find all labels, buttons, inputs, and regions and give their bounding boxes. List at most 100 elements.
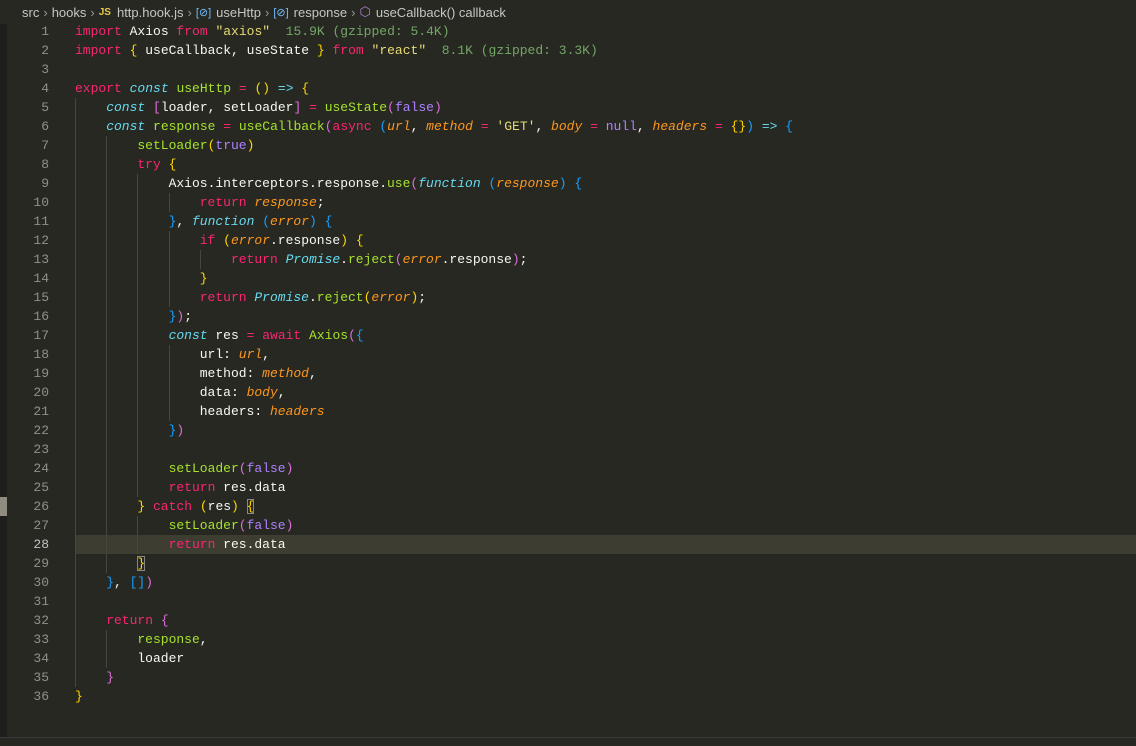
code-line[interactable]: 16}); [0,307,1136,326]
breadcrumb-file[interactable]: http.hook.js [117,5,184,20]
code-token: useCallback, useState [137,43,317,58]
code-line[interactable]: 36} [0,687,1136,706]
breadcrumb-response[interactable]: response [294,5,347,20]
indent-guide [106,326,137,345]
code-line[interactable]: 33 response, [0,630,1136,649]
breadcrumb-hooks[interactable]: hooks [52,5,87,20]
breadcrumb-src[interactable]: src [22,5,39,20]
code-line[interactable]: 11}, function (error) { [0,212,1136,231]
code-line[interactable]: 7 setLoader(true) [0,136,1136,155]
code-token: } [137,556,146,571]
line-number: 35 [33,670,49,685]
code-token: const [106,119,146,134]
code-token: url [387,119,411,134]
code-line[interactable]: 35} [0,668,1136,687]
code-line[interactable]: 10 return response; [0,193,1136,212]
code-line[interactable]: 18 url: url, [0,345,1136,364]
code-token: true [215,138,247,153]
indent-guide [137,307,168,326]
chevron-right-icon: › [43,4,48,20]
breadcrumb-usehttp[interactable]: useHttp [216,5,261,20]
code-token: . [308,290,317,305]
indent-guide [106,554,137,573]
line-number: 21 [33,404,49,419]
code-line[interactable]: 21 headers: headers [0,402,1136,421]
code-line[interactable]: 31 [0,592,1136,611]
code-line[interactable]: 30}, []) [0,573,1136,592]
code-text [75,440,169,459]
code-line[interactable]: 23 [0,440,1136,459]
code-token: const [129,81,169,96]
code-line[interactable]: 29} [0,554,1136,573]
code-line[interactable]: 32 return { [0,611,1136,630]
code-line[interactable]: 19 method: method, [0,364,1136,383]
indent-guide [106,231,137,250]
indent-guide [75,383,106,402]
code-line[interactable]: 24 setLoader(false) [0,459,1136,478]
breadcrumb-callback[interactable]: useCallback() callback [376,5,506,20]
line-number: 33 [33,632,49,647]
code-text: }); [75,307,192,326]
code-line[interactable]: 20 data: body, [0,383,1136,402]
code-line[interactable]: 6 const response = useCallback(async (url… [0,117,1136,136]
code-line[interactable]: 25 return res.data [0,478,1136,497]
code-line[interactable]: 28 return res.data [0,535,1136,554]
code-token: response [254,195,317,210]
code-line[interactable]: 3 [0,60,1136,79]
code-token: } [75,689,83,704]
code-text [75,592,106,611]
line-number: 13 [33,252,49,267]
code-line[interactable]: 4 export const useHttp = () => { [0,79,1136,98]
code-line[interactable]: 9 Axios.interceptors.response.use(functio… [0,174,1136,193]
indent-guide [75,117,106,136]
code-token: Promise [285,252,341,267]
code-line[interactable]: 12 if (error.response) { [0,231,1136,250]
code-token: = [590,119,598,134]
code-line[interactable]: 2 import { useCallback, useState } from "… [0,41,1136,60]
chevron-right-icon: › [351,4,356,20]
indent-guide [137,402,168,421]
code-line[interactable]: 5 const [loader, setLoader] = useState(fa… [0,98,1136,117]
code-token: headers [652,119,708,134]
code-line[interactable]: 14} [0,269,1136,288]
line-number: 25 [33,480,49,495]
code-token: setLoader [168,461,239,476]
code-token: return [230,252,278,267]
code-line[interactable]: 1 import Axios from "axios" 15.9K (gzippe… [0,22,1136,41]
code-token: ) [285,518,294,533]
line-number: 1 [41,24,49,39]
code-token: ( [238,518,247,533]
code-token: ( [199,499,208,514]
code-token: from [176,24,208,39]
code-text: } catch (res) { [75,497,255,516]
indent-guide [75,212,106,231]
code-line[interactable]: 13 return Promise.reject(error.response); [0,250,1136,269]
code-token: .response [441,252,512,267]
code-line[interactable]: 22}) [0,421,1136,440]
code-token: response [137,632,200,647]
code-token: null [605,119,637,134]
code-token: const [106,100,146,115]
code-token: ( [348,328,356,343]
code-token: ) [746,119,754,134]
code-line[interactable]: 26} catch (res) { [0,497,1136,516]
code-line[interactable]: 27 setLoader(false) [0,516,1136,535]
code-line[interactable]: 15 return Promise.reject(error); [0,288,1136,307]
indent-guide [75,402,106,421]
code-text: import Axios from "axios" 15.9K (gzipped… [75,22,450,41]
code-line[interactable]: 17 const res = await Axios({ [0,326,1136,345]
indent-guide [75,421,106,440]
code-editor[interactable]: 1 import Axios from "axios" 15.9K (gzippe… [0,24,1136,737]
code-token: error [371,290,411,305]
code-token: [] [129,575,146,590]
code-line[interactable]: 34 loader [0,649,1136,668]
code-token: import [75,43,122,58]
line-number: 6 [41,119,49,134]
code-line[interactable]: 8 try { [0,155,1136,174]
